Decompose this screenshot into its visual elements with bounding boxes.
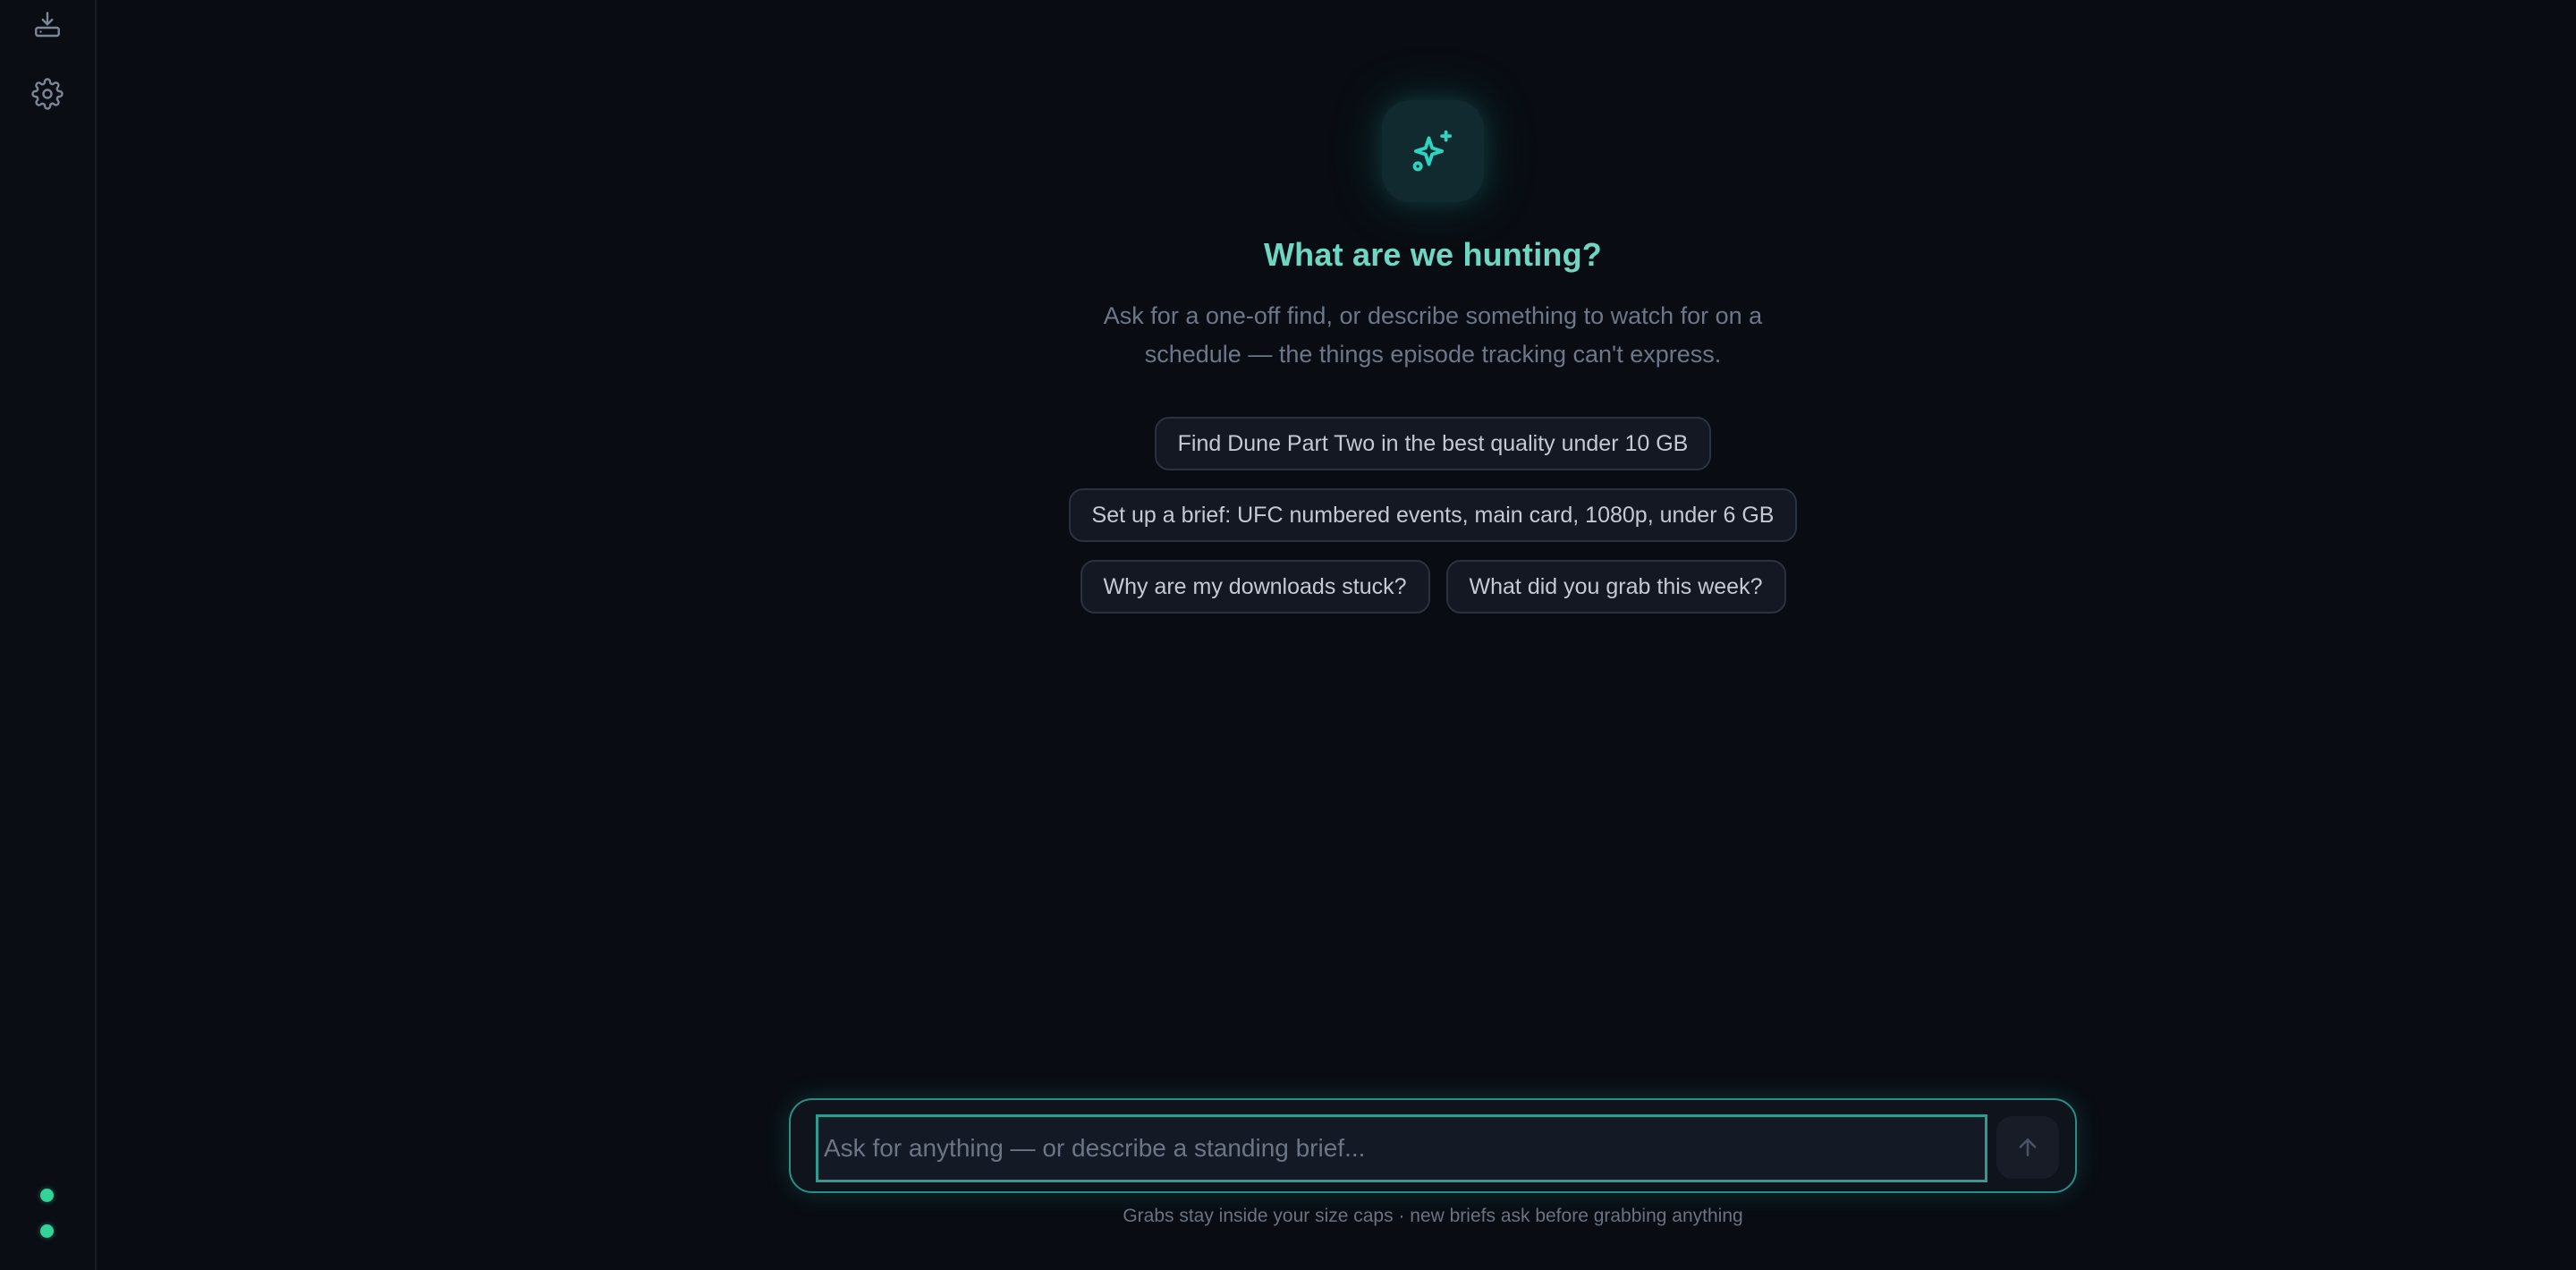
sparkles-icon xyxy=(1412,130,1453,172)
status-indicator-dot xyxy=(40,1224,54,1238)
composer xyxy=(789,1098,2077,1193)
suggestion-row: Find Dune Part Two in the best quality u… xyxy=(97,417,2576,470)
page-title: What are we hunting? xyxy=(1264,236,1602,273)
gear-icon xyxy=(31,78,64,110)
suggestion-chip[interactable]: What did you grab this week? xyxy=(1445,560,1786,614)
suggestion-chip[interactable]: Find Dune Part Two in the best quality u… xyxy=(1154,417,1712,470)
hero-badge xyxy=(1382,100,1484,202)
suggestion-row: Set up a brief: UFC numbered events, mai… xyxy=(97,488,2576,542)
composer-footnote: Grabs stay inside your size caps · new b… xyxy=(1123,1206,1743,1226)
tray-download-icon xyxy=(35,12,60,38)
message-input[interactable] xyxy=(816,1114,1987,1182)
app-root: What are we hunting? Ask for a one-off f… xyxy=(0,0,2576,1270)
sidebar-item-downloads[interactable] xyxy=(22,0,72,50)
suggestion-chip[interactable]: Set up a brief: UFC numbered events, mai… xyxy=(1068,488,1798,542)
page-subtitle: Ask for a one-off find, or describe some… xyxy=(1103,302,1763,368)
sidebar-item-settings[interactable] xyxy=(22,69,72,119)
status-indicator-dot xyxy=(40,1189,54,1202)
suggestion-row: Why are my downloads stuck? What did you… xyxy=(97,560,2576,614)
main-panel: What are we hunting? Ask for a one-off f… xyxy=(97,0,2576,1270)
send-button[interactable] xyxy=(1996,1116,2059,1179)
sidebar xyxy=(0,0,97,1270)
suggestion-chip[interactable]: Why are my downloads stuck? xyxy=(1080,560,1430,614)
arrow-up-icon xyxy=(2019,1139,2037,1156)
